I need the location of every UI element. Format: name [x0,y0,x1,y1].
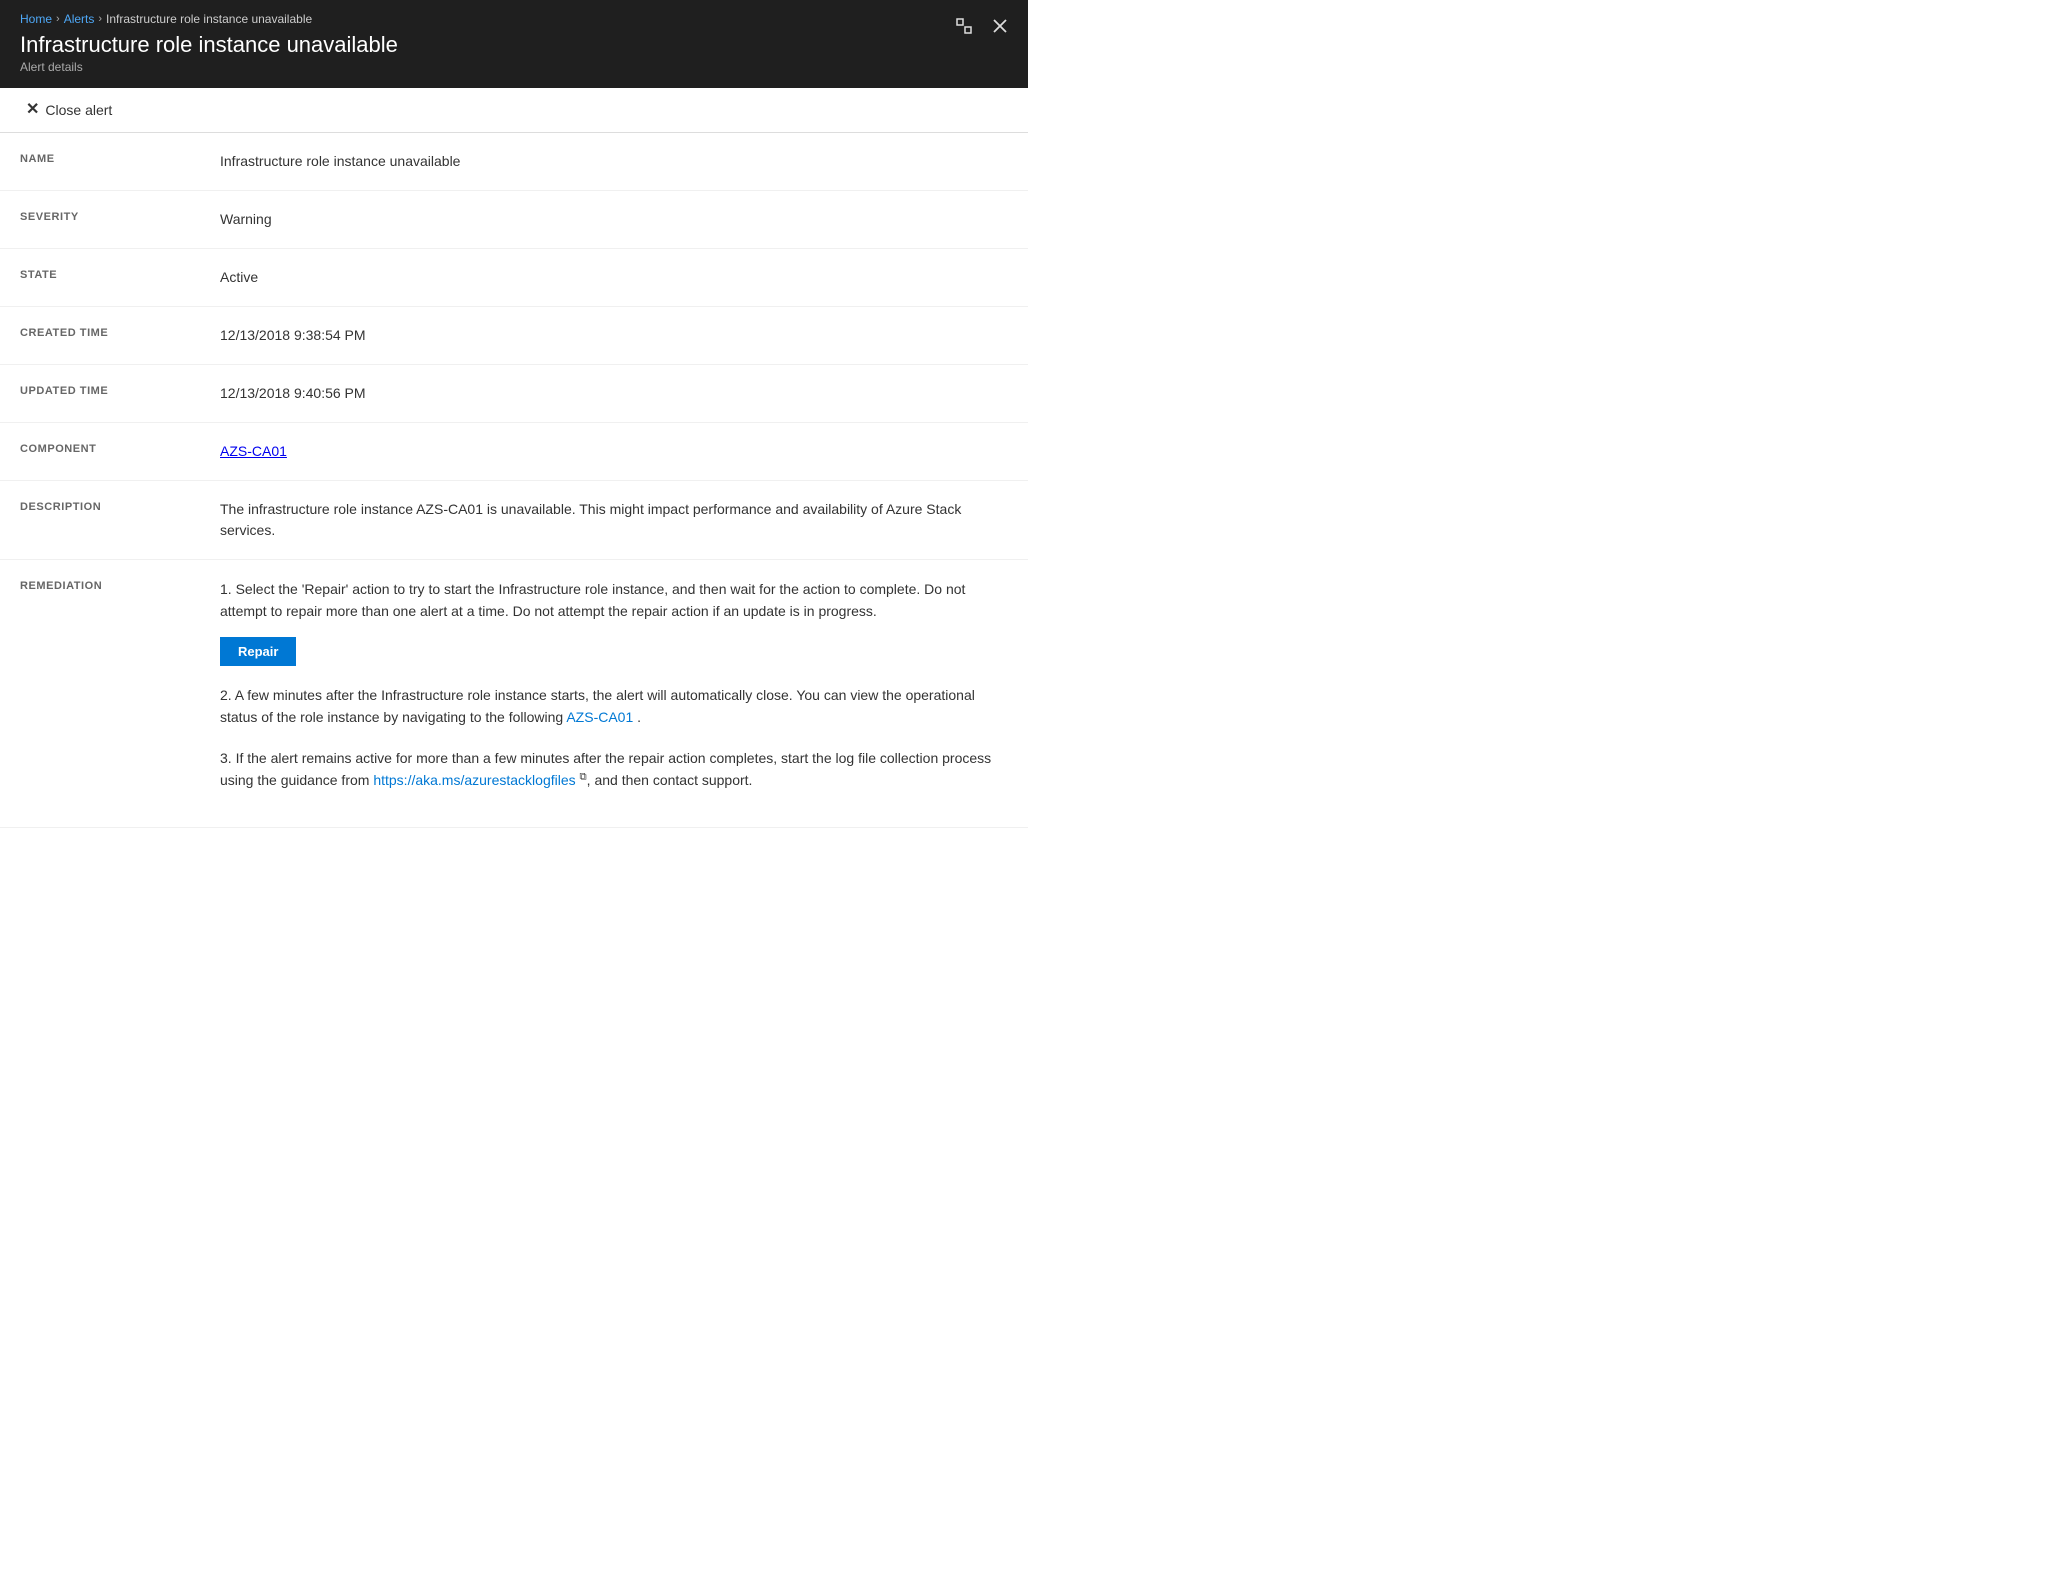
component-label: COMPONENT [20,441,220,455]
created-time-label: CREATED TIME [20,325,220,339]
content-area: NAME Infrastructure role instance unavai… [0,133,1028,868]
remediation-step3-text: 3. If the alert remains active for more … [220,747,1008,792]
updated-time-label: UPDATED TIME [20,383,220,397]
remediation-step3-block: 3. If the alert remains active for more … [220,747,1008,792]
close-alert-icon: ✕ [26,102,39,118]
component-link[interactable]: AZS-CA01 [220,443,287,459]
name-label: NAME [20,151,220,165]
remediation-step1-block: 1. Select the 'Repair' action to try to … [220,578,1008,666]
breadcrumb-sep2: › [98,13,102,25]
remediation-step2-block: 2. A few minutes after the Infrastructur… [220,684,1008,729]
remediation-step1-text: 1. Select the 'Repair' action to try to … [220,578,1008,623]
header-actions [952,14,1012,43]
severity-label: SEVERITY [20,209,220,223]
detail-row-component: COMPONENT AZS-CA01 [0,423,1028,481]
breadcrumb-sep1: › [56,13,60,25]
repair-button[interactable]: Repair [220,637,296,666]
component-value: AZS-CA01 [220,441,1008,462]
updated-time-value: 12/13/2018 9:40:56 PM [220,383,1008,404]
breadcrumb-current: Infrastructure role instance unavailable [106,12,312,26]
detail-row-created-time: CREATED TIME 12/13/2018 9:38:54 PM [0,307,1028,365]
toolbar: ✕ Close alert [0,88,1028,133]
breadcrumb-alerts[interactable]: Alerts [64,12,95,26]
detail-row-severity: SEVERITY Warning [0,191,1028,249]
remediation-label: REMEDIATION [20,578,220,592]
page-subtitle: Alert details [20,60,1008,74]
page-title: Infrastructure role instance unavailable [20,32,1008,58]
remediation-value: 1. Select the 'Repair' action to try to … [220,578,1008,809]
page-header: Home › Alerts › Infrastructure role inst… [0,0,1028,88]
breadcrumb-home[interactable]: Home [20,12,52,26]
detail-row-state: STATE Active [0,249,1028,307]
remediation-step2-link[interactable]: AZS-CA01 [566,709,633,725]
detail-row-description: DESCRIPTION The infrastructure role inst… [0,481,1028,560]
close-button[interactable] [988,14,1012,43]
detail-row-updated-time: UPDATED TIME 12/13/2018 9:40:56 PM [0,365,1028,423]
detail-row-remediation: REMEDIATION 1. Select the 'Repair' actio… [0,560,1028,828]
detail-row-name: NAME Infrastructure role instance unavai… [0,133,1028,191]
state-label: STATE [20,267,220,281]
close-alert-label: Close alert [45,102,112,118]
close-alert-button[interactable]: ✕ Close alert [20,98,118,122]
description-value: The infrastructure role instance AZS-CA0… [220,499,1008,541]
breadcrumb: Home › Alerts › Infrastructure role inst… [20,12,1008,26]
severity-value: Warning [220,209,1008,230]
state-value: Active [220,267,1008,288]
description-label: DESCRIPTION [20,499,220,513]
created-time-value: 12/13/2018 9:38:54 PM [220,325,1008,346]
maximize-button[interactable] [952,14,976,43]
name-value: Infrastructure role instance unavailable [220,151,1008,172]
remediation-step2-text: 2. A few minutes after the Infrastructur… [220,684,1008,729]
remediation-step3-link[interactable]: https://aka.ms/azurestacklogfiles [373,772,575,788]
